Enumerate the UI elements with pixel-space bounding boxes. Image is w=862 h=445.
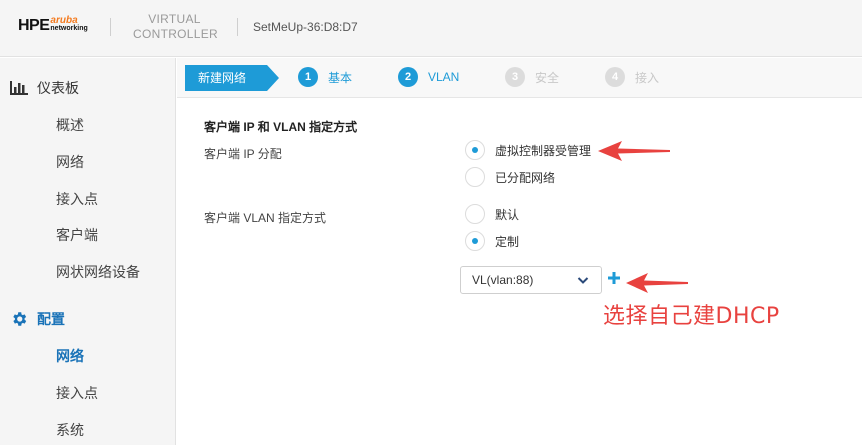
radio-label: 虚拟控制器受管理 [495, 143, 592, 158]
product-name-line1: VIRTUAL [148, 12, 201, 26]
step-label: 基本 [328, 70, 353, 85]
step-label: 接入 [635, 70, 660, 85]
sidebar-section-dashboard[interactable]: 仪表板 [10, 78, 79, 98]
header-divider [110, 18, 111, 36]
radio-network-assigned[interactable]: 已分配网络 [465, 167, 555, 187]
radio-selected-dot [472, 147, 478, 153]
step-number: 4 [605, 67, 625, 87]
add-vlan-plus-icon[interactable] [606, 270, 622, 286]
sidebar-section-label: 配置 [37, 311, 65, 327]
client-ip-assignment-label: 客户端 IP 分配 [204, 147, 282, 161]
sidebar-item-system[interactable]: 系统 [56, 420, 84, 440]
step-number: 3 [505, 67, 525, 87]
chevron-down-icon [577, 277, 589, 284]
annotation-arrow-icon [626, 273, 688, 293]
sidebar-item-mesh-devices[interactable]: 网状网络设备 [56, 262, 140, 282]
gear-icon [10, 310, 28, 328]
sidebar-item-clients[interactable]: 客户端 [56, 225, 98, 245]
sidebar-item-config-access-points[interactable]: 接入点 [56, 383, 98, 403]
vlan-select[interactable]: VL(vlan:88) [460, 266, 602, 294]
step-number: 2 [398, 67, 418, 87]
sidebar-item-networks[interactable]: 网络 [56, 152, 84, 172]
wizard-current-step: 新建网络 [185, 65, 279, 91]
logo-networking-text: networking [50, 25, 88, 32]
radio-selected-dot [472, 238, 478, 244]
hpe-aruba-logo: HPE aruba networking [18, 16, 88, 36]
wizard-step-security: 3 安全 [505, 67, 559, 87]
radio-circle[interactable] [465, 204, 485, 224]
radio-default[interactable]: 默认 [465, 204, 519, 224]
sidebar: 仪表板 概述 网络 接入点 客户端 网状网络设备 配置 网络 接入点 系统 [0, 58, 176, 445]
sidebar-item-access-points[interactable]: 接入点 [56, 189, 98, 209]
radio-custom[interactable]: 定制 [465, 231, 519, 251]
product-name: VIRTUAL CONTROLLER [133, 12, 219, 42]
top-header: HPE aruba networking VIRTUAL CONTROLLER … [0, 0, 862, 57]
radio-circle[interactable] [465, 167, 485, 187]
step-label: 安全 [535, 70, 560, 85]
annotation-text: 选择自己建DHCP [603, 304, 780, 329]
step-label: VLAN [428, 70, 460, 84]
logo-aruba-text: aruba [50, 15, 78, 26]
step-number: 1 [298, 67, 318, 87]
sidebar-item-overview[interactable]: 概述 [56, 115, 84, 135]
product-name-line2: CONTROLLER [133, 27, 219, 41]
section-title: 客户端 IP 和 VLAN 指定方式 [204, 120, 358, 134]
bar-chart-icon [10, 79, 28, 97]
vlan-select-value: VL(vlan:88) [472, 273, 534, 287]
radio-label: 已分配网络 [495, 170, 556, 185]
radio-circle[interactable] [465, 231, 485, 251]
wizard-step-vlan[interactable]: 2 VLAN [398, 67, 459, 87]
radio-label: 默认 [495, 207, 520, 222]
wizard-step-basic[interactable]: 1 基本 [298, 67, 352, 87]
annotation-arrow-icon [598, 141, 670, 161]
wizard-steps: 新建网络 1 基本 2 VLAN 3 安全 4 接入 [177, 58, 862, 98]
hostname: SetMeUp-36:D8:D7 [253, 20, 358, 34]
radio-label: 定制 [495, 234, 520, 249]
wizard-step-access: 4 接入 [605, 67, 659, 87]
radio-circle[interactable] [465, 140, 485, 160]
header-divider [237, 18, 238, 36]
sidebar-section-config[interactable]: 配置 [10, 309, 65, 329]
logo-aruba: aruba networking [50, 15, 88, 33]
radio-vc-managed[interactable]: 虚拟控制器受管理 [465, 140, 591, 160]
logo-hpe-text: HPE [18, 17, 50, 34]
sidebar-item-config-networks[interactable]: 网络 [56, 346, 84, 366]
sidebar-section-label: 仪表板 [37, 80, 79, 96]
client-vlan-assignment-label: 客户端 VLAN 指定方式 [204, 211, 327, 225]
